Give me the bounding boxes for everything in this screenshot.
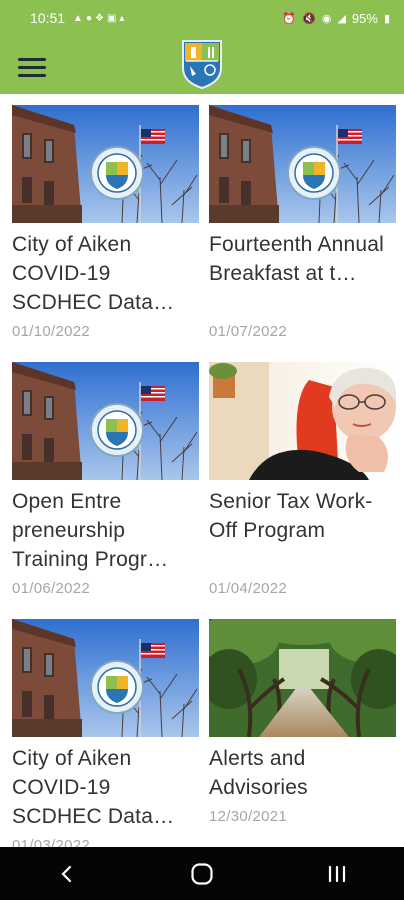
article-image xyxy=(12,362,199,480)
status-bar: 10:51 ▲●❖▣▴ ⏰ 🔇 ◉ ◢ 95% ▮ xyxy=(0,0,404,36)
article-title: City of Aiken COVID-19 SCDHEC Data… xyxy=(12,747,175,828)
news-card[interactable]: Senior Tax Work-Off Program 01/04/2022 xyxy=(209,362,396,597)
news-card[interactable]: Alerts and Advisories 12/30/2021 xyxy=(209,619,396,825)
battery-percentage: 95% xyxy=(351,10,378,26)
home-circle-icon xyxy=(191,862,213,885)
article-title: Alerts and Advisories xyxy=(209,747,308,799)
wifi-icon: ◉ xyxy=(321,12,332,25)
app-bar xyxy=(0,36,404,94)
article-date: 01/04/2022 xyxy=(209,580,288,597)
news-card[interactable]: Fourteenth Annual Breakfast at t… 01/07/… xyxy=(209,105,396,340)
home-button[interactable] xyxy=(172,854,232,894)
menu-icon-line xyxy=(18,58,46,61)
system-navigation-bar xyxy=(0,847,404,900)
article-date: 01/07/2022 xyxy=(209,323,288,340)
recent-apps-icon xyxy=(328,865,345,882)
notification-icons: ▲●❖▣▴ xyxy=(73,12,128,24)
mute-icon: 🔇 xyxy=(302,12,316,25)
article-date: 01/06/2022 xyxy=(12,580,91,597)
article-title: City of Aiken COVID-19 SCDHEC Data… xyxy=(12,233,175,314)
back-chevron-icon xyxy=(61,865,72,882)
article-image xyxy=(209,105,396,223)
menu-icon-line xyxy=(18,74,46,77)
battery-icon: ▮ xyxy=(383,12,390,25)
article-image xyxy=(209,619,396,737)
article-image xyxy=(209,362,396,480)
article-image xyxy=(12,105,199,223)
news-card[interactable]: City of Aiken COVID-19 SCDHEC Data… 01/0… xyxy=(12,619,199,847)
article-date: 01/10/2022 xyxy=(12,323,91,340)
back-button[interactable] xyxy=(37,854,97,894)
article-date: 12/30/2021 xyxy=(209,808,288,825)
article-image xyxy=(12,619,199,737)
alarm-icon: ⏰ xyxy=(282,12,297,25)
news-card[interactable]: Open Entre preneurship Training Progr… 0… xyxy=(12,362,199,597)
news-card[interactable]: City of Aiken COVID-19 SCDHEC Data… 01/1… xyxy=(12,105,199,340)
city-crest-logo[interactable] xyxy=(180,38,224,90)
article-date: 01/03/2022 xyxy=(12,837,91,847)
menu-icon-line xyxy=(18,66,46,69)
menu-button[interactable] xyxy=(14,50,50,80)
article-title: Open Entre preneurship Training Progr… xyxy=(12,490,169,571)
news-feed[interactable]: City of Aiken COVID-19 SCDHEC Data… 01/1… xyxy=(0,94,404,847)
article-title: Senior Tax Work-Off Program xyxy=(209,490,373,542)
clock: 10:51 xyxy=(30,10,66,26)
signal-icon: ◢ xyxy=(337,12,346,25)
recent-apps-button[interactable] xyxy=(307,854,367,894)
article-title: Fourteenth Annual Breakfast at t… xyxy=(209,233,385,285)
